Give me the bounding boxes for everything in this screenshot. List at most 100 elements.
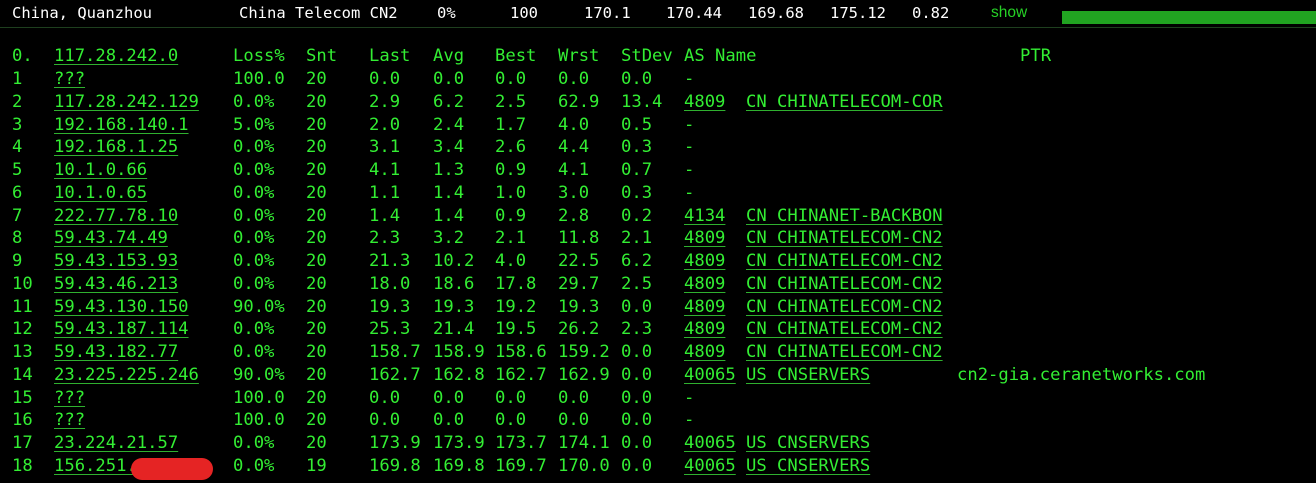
hop-sent: 20 — [306, 205, 327, 226]
hop-last: 21.3 — [369, 251, 411, 271]
hop-host-link[interactable]: 10.1.0.66 — [54, 159, 147, 181]
hop-host-link[interactable]: 59.43.74.49 — [54, 227, 168, 249]
summary-bar: China, Quanzhou China Telecom CN2 0% 100… — [0, 0, 1316, 28]
hop-host-link[interactable]: 23.224.21.57 — [54, 432, 178, 454]
hop-last: 2.0 — [369, 114, 401, 135]
hop-best: 4.0 — [495, 251, 527, 271]
hop-number: 2 — [12, 91, 23, 112]
hop-asn-link[interactable]: 4134 — [684, 205, 725, 227]
hop-host-link[interactable]: 192.168.1.25 — [54, 136, 178, 158]
hop-host-link[interactable]: 117.28.242.129 — [54, 91, 199, 113]
hop-avg: 0.0 — [433, 69, 465, 89]
hop-avg: 169.8 — [433, 455, 485, 476]
hop-asn-link[interactable]: 40065 — [684, 432, 736, 454]
hop-host-link[interactable]: 59.43.130.150 — [54, 296, 189, 318]
header-avg: Avg — [433, 46, 465, 66]
table-row: 1??? 100.0 20 0.0 0.0 0.0 0.0 0.0 - — [0, 68, 1316, 90]
hop-as-name-link[interactable]: US CNSERVERS — [746, 455, 870, 477]
hop-loss: 0.0% — [233, 160, 275, 180]
hop-number: 4 — [12, 137, 23, 158]
hop-worst: 0.0 — [558, 387, 590, 408]
hop-last: 0.0 — [369, 410, 401, 431]
hop-stdev: 0.0 — [621, 455, 653, 476]
hop-best: 173.7 — [495, 433, 547, 453]
hop-asn: - — [684, 160, 695, 180]
hop-asn-link[interactable]: 4809 — [684, 91, 725, 113]
hop-host-link[interactable]: 59.43.182.77 — [54, 341, 178, 363]
hop-as-name-link[interactable]: CN CHINATELECOM-CN2 — [746, 227, 943, 249]
hop-as-name-link[interactable]: CN CHINATELECOM-CN2 — [746, 273, 943, 295]
hop-stdev: 0.0 — [621, 433, 653, 453]
hop-asn-link[interactable]: 40065 — [684, 455, 736, 477]
hop-asn-link[interactable]: 4809 — [684, 273, 725, 295]
hop-loss: 0.0% — [233, 433, 275, 453]
hop-number: 3 — [12, 114, 23, 135]
hop-asn-link[interactable]: 4809 — [684, 341, 725, 363]
hop-avg: 3.2 — [433, 228, 465, 249]
hop-avg: 3.4 — [433, 137, 465, 158]
hop-sent: 20 — [306, 342, 327, 362]
hop-stdev: 0.0 — [621, 410, 653, 431]
hop-stdev: 13.4 — [621, 91, 663, 112]
hop-last: 1.1 — [369, 182, 401, 203]
hop-host-link[interactable]: ??? — [54, 68, 85, 90]
hop-as-name-link[interactable]: CN CHINATELECOM-CN2 — [746, 250, 943, 272]
show-link[interactable]: show — [991, 4, 1027, 22]
table-row: 18 156.251. 0.0% 19 169.8 169.8 169.7 170.0 0.0 4… — [0, 455, 1316, 480]
hop-stdev: 0.3 — [621, 182, 653, 203]
header-loss: Loss% — [233, 46, 285, 66]
hop-number: 12 — [12, 319, 33, 340]
hop-best: 1.7 — [495, 114, 527, 135]
hop-worst: 4.4 — [558, 137, 590, 158]
hop-loss: 0.0% — [233, 205, 275, 226]
hop-stdev: 0.0 — [621, 387, 653, 408]
hop-avg: 173.9 — [433, 433, 485, 453]
hop-host-link[interactable]: 192.168.140.1 — [54, 114, 189, 136]
hop-best: 2.5 — [495, 91, 527, 112]
hop-asn-link[interactable]: 4809 — [684, 250, 725, 272]
hop-as-name-link[interactable]: CN CHINATELECOM-COR — [746, 91, 943, 113]
hop-host-link[interactable]: 59.43.46.213 — [54, 273, 178, 295]
hop-number: 16 — [12, 410, 33, 431]
hop-sent: 20 — [306, 410, 327, 431]
hop-host-link[interactable]: ??? — [54, 409, 85, 431]
hop-as-name-link[interactable]: US CNSERVERS — [746, 364, 870, 386]
hop-best: 17.8 — [495, 273, 537, 294]
hop-number: 9 — [12, 251, 23, 271]
hop-sent: 20 — [306, 319, 327, 340]
hop-sent: 20 — [306, 364, 327, 385]
header-host-link[interactable]: 117.28.242.0 — [54, 45, 178, 67]
hop-asn: - — [684, 114, 695, 135]
hop-best: 0.9 — [495, 205, 527, 226]
hop-stdev: 0.5 — [621, 114, 653, 135]
table-row: 5 10.1.0.66 0.0% 20 4.1 1.3 0.9 4.1 0.7 - — [0, 159, 1316, 181]
hop-host-link[interactable]: 222.77.78.10 — [54, 205, 178, 227]
hop-best: 2.6 — [495, 137, 527, 158]
hop-as-name-link[interactable]: CN CHINATELECOM-CN2 — [746, 318, 943, 340]
hop-asn-link[interactable]: 40065 — [684, 364, 736, 386]
hop-as-name-link[interactable]: CN CHINANET-BACKBON — [746, 205, 943, 227]
hop-host-link[interactable]: 156.251. — [54, 455, 137, 477]
hop-worst: 29.7 — [558, 273, 600, 294]
summary-worst: 175.12 — [830, 4, 886, 22]
hop-loss: 100.0 — [233, 387, 285, 408]
hop-stdev: 2.3 — [621, 319, 653, 340]
hop-host-link[interactable]: 59.43.153.93 — [54, 250, 178, 272]
hop-asn-link[interactable]: 4809 — [684, 227, 725, 249]
hop-as-name-link[interactable]: US CNSERVERS — [746, 432, 870, 454]
hop-last: 173.9 — [369, 433, 421, 453]
hop-worst: 26.2 — [558, 319, 600, 340]
hop-last: 0.0 — [369, 387, 401, 408]
hop-host-link[interactable]: 23.225.225.246 — [54, 364, 199, 386]
hop-worst: 162.9 — [558, 364, 610, 385]
hop-host-link[interactable]: 59.43.187.114 — [54, 318, 189, 340]
hop-asn-link[interactable]: 4809 — [684, 296, 725, 318]
hop-asn: - — [684, 69, 695, 89]
hop-host-link[interactable]: ??? — [54, 387, 85, 409]
hop-as-name-link[interactable]: CN CHINATELECOM-CN2 — [746, 341, 943, 363]
hop-as-name-link[interactable]: CN CHINATELECOM-CN2 — [746, 296, 943, 318]
hop-number: 18 — [12, 455, 33, 476]
hop-host-link[interactable]: 10.1.0.65 — [54, 182, 147, 204]
hop-asn: - — [684, 410, 695, 431]
hop-asn-link[interactable]: 4809 — [684, 318, 725, 340]
